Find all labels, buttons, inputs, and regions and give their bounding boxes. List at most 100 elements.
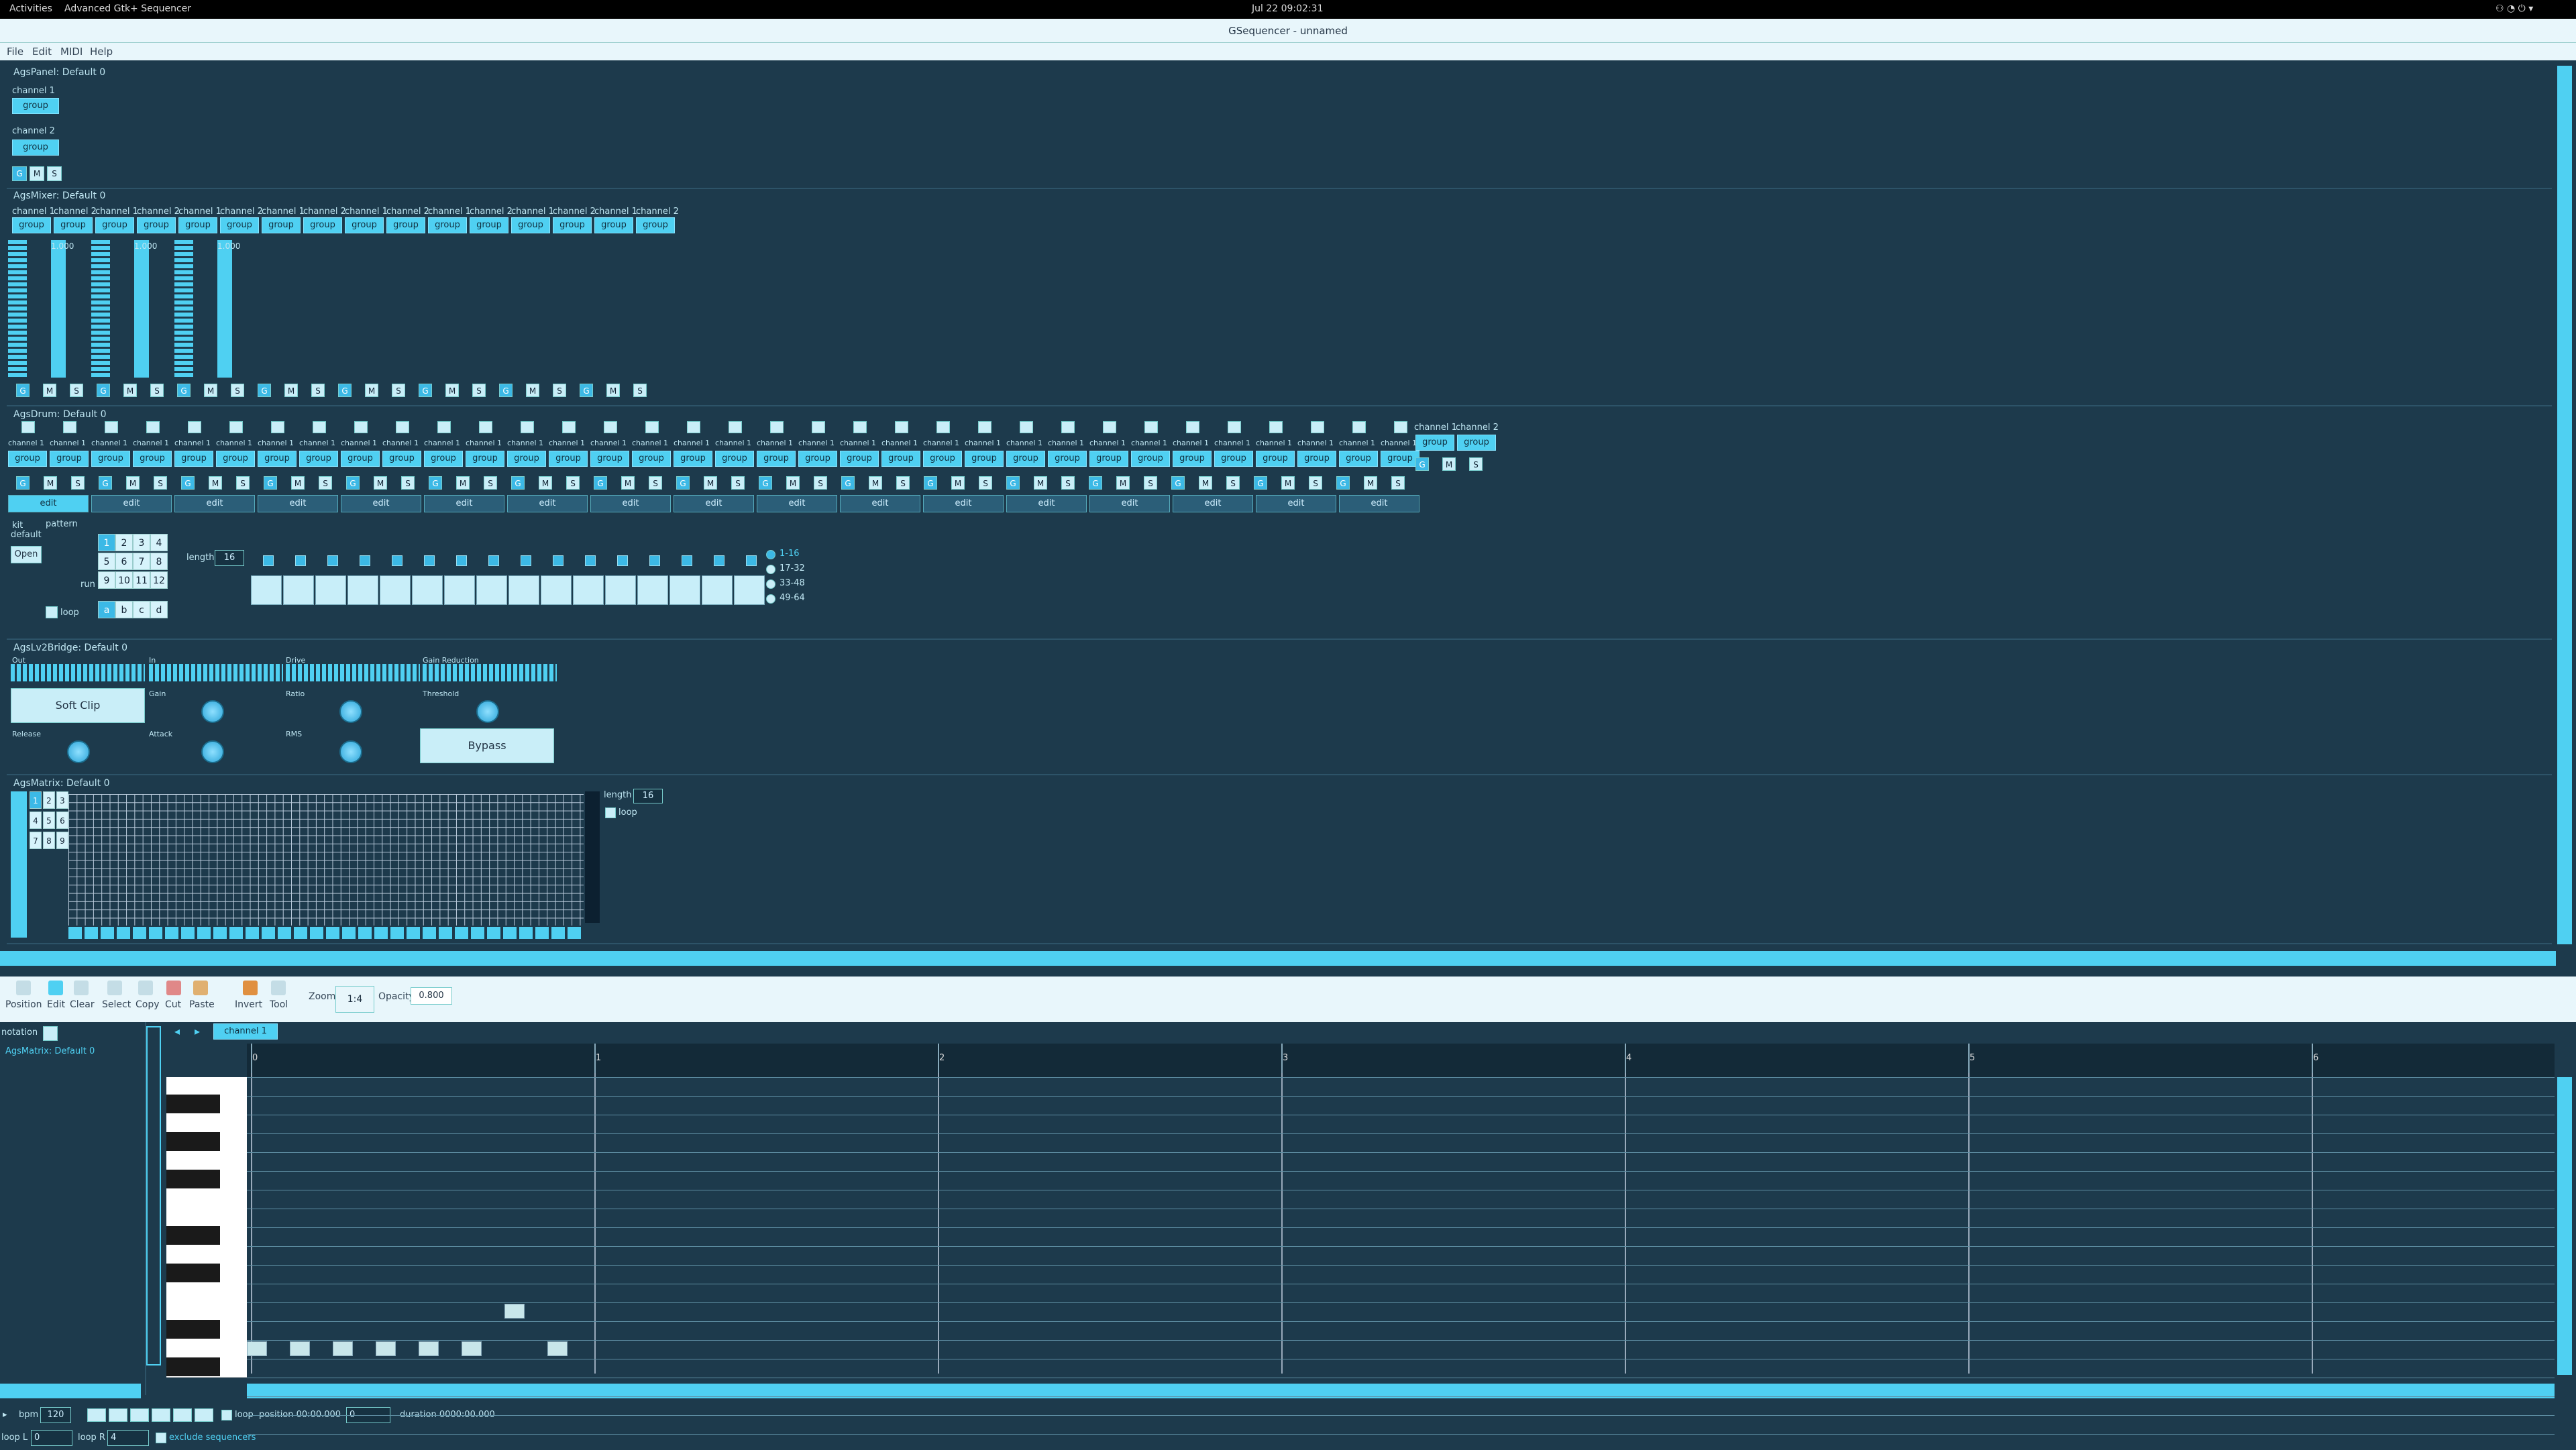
gms-toggle[interactable]: M [539, 476, 552, 490]
clock[interactable]: Jul 22 09:02:31 [1252, 3, 1323, 14]
pad-open-icon[interactable] [396, 421, 409, 433]
mute-toggle[interactable]: M [30, 166, 44, 181]
gms-toggle[interactable]: M [43, 384, 56, 397]
edit-button[interactable]: edit [174, 495, 255, 512]
copy-tool[interactable]: Copy [136, 999, 160, 1010]
group-button[interactable]: group [674, 451, 712, 467]
group-button[interactable]: group [1173, 451, 1212, 467]
pattern-pad[interactable]: 12 [150, 571, 168, 589]
group-button[interactable]: group [511, 217, 550, 233]
note[interactable] [419, 1341, 439, 1356]
stop-button[interactable] [152, 1408, 170, 1422]
gms-toggle[interactable]: M [365, 384, 378, 397]
group-button[interactable]: group [216, 451, 255, 467]
gms-toggle[interactable]: G [1415, 457, 1429, 471]
group-button[interactable]: group [12, 140, 59, 156]
step-pad[interactable] [508, 575, 539, 605]
bpm-spin[interactable]: 120 [40, 1407, 71, 1423]
gms-toggle[interactable]: M [126, 476, 140, 490]
edit-button[interactable]: edit [1256, 495, 1336, 512]
pattern-pad[interactable]: 11 [133, 571, 150, 589]
gms-toggle[interactable]: S [319, 476, 332, 490]
edit-button[interactable]: edit [1006, 495, 1087, 512]
group-button[interactable]: group [549, 451, 588, 467]
piano-black-key[interactable] [166, 1226, 220, 1245]
piano-black-key[interactable] [166, 1320, 220, 1339]
group-button[interactable]: group [1089, 451, 1128, 467]
forward-button[interactable] [195, 1408, 213, 1422]
position-tool[interactable]: Position [5, 999, 42, 1010]
matrix-scrollbar[interactable] [585, 791, 600, 923]
pad-open-icon[interactable] [604, 421, 617, 433]
soft-clip-button[interactable]: Soft Clip [11, 688, 145, 723]
group-button[interactable]: group [965, 451, 1004, 467]
bank-button[interactable]: c [133, 601, 150, 618]
gms-toggle[interactable]: G [1089, 476, 1102, 490]
pad-open-icon[interactable] [479, 421, 492, 433]
edit-icon[interactable] [48, 981, 63, 995]
gms-toggle[interactable]: G [924, 476, 937, 490]
pad-open-icon[interactable] [1061, 421, 1075, 433]
length-spin[interactable]: 16 [215, 550, 244, 566]
pad-open-icon[interactable] [978, 421, 991, 433]
pad-open-icon[interactable] [188, 421, 201, 433]
edit-button[interactable]: edit [258, 495, 338, 512]
piano-black-key[interactable] [166, 1095, 220, 1113]
gms-toggle[interactable]: M [204, 384, 217, 397]
group-button[interactable]: group [1381, 451, 1419, 467]
edit-button[interactable]: edit [840, 495, 920, 512]
menu-edit[interactable]: Edit [32, 46, 52, 58]
pad-open-icon[interactable] [1269, 421, 1283, 433]
gms-toggle[interactable]: S [1144, 476, 1157, 490]
loop-r-spin[interactable]: 4 [107, 1430, 149, 1446]
pad-open-icon[interactable] [936, 421, 950, 433]
loop-checkbox[interactable] [605, 807, 616, 818]
edit-button[interactable]: edit [341, 495, 421, 512]
gms-toggle[interactable]: G [841, 476, 855, 490]
gms-toggle[interactable]: G [499, 384, 513, 397]
gms-toggle[interactable]: S [649, 476, 662, 490]
gms-toggle[interactable]: G [16, 384, 30, 397]
group-button[interactable]: group [1131, 451, 1170, 467]
length-spin[interactable]: 16 [633, 789, 663, 803]
gms-toggle[interactable]: S [71, 476, 85, 490]
pad-open-icon[interactable] [812, 421, 825, 433]
loop-l-spin[interactable]: 0 [31, 1430, 72, 1446]
pattern-pad[interactable]: 4 [150, 534, 168, 551]
edit-button[interactable]: edit [507, 495, 588, 512]
gain-knob[interactable] [201, 700, 224, 723]
gms-toggle[interactable]: S [1061, 476, 1075, 490]
matrix-pad[interactable]: 9 [56, 832, 68, 849]
gms-toggle[interactable]: M [291, 476, 305, 490]
pad-open-icon[interactable] [729, 421, 742, 433]
bank-button[interactable]: d [150, 601, 168, 618]
gms-toggle[interactable]: M [374, 476, 387, 490]
clear-tool[interactable]: Clear [70, 999, 95, 1010]
gms-toggle[interactable]: G [99, 476, 112, 490]
volume-slider[interactable] [217, 240, 232, 378]
pad-open-icon[interactable] [562, 421, 576, 433]
pad-open-icon[interactable] [1311, 421, 1324, 433]
gms-toggle[interactable]: S [236, 476, 250, 490]
gms-toggle[interactable]: M [1116, 476, 1130, 490]
group-button[interactable]: group [1214, 451, 1253, 467]
notation-vscrollbar[interactable] [2557, 1077, 2572, 1375]
system-tray-icons[interactable]: ⚇ ◔ ⏻ ▾ [2496, 3, 2533, 14]
gms-toggle[interactable]: M [1364, 476, 1377, 490]
edit-button[interactable]: edit [1339, 495, 1419, 512]
group-button[interactable]: group [133, 451, 172, 467]
gms-toggle[interactable]: M [786, 476, 800, 490]
gms-toggle[interactable]: S [633, 384, 647, 397]
gms-toggle[interactable]: G [594, 476, 607, 490]
step-pad[interactable] [347, 575, 378, 605]
drum-title[interactable]: AgsDrum: Default 0 [13, 409, 106, 420]
step-pad[interactable] [251, 575, 282, 605]
group-button[interactable]: group [715, 451, 754, 467]
group-toggle[interactable]: G [12, 166, 27, 181]
open-button[interactable]: Open [11, 546, 42, 563]
group-button[interactable]: group [470, 217, 508, 233]
gms-toggle[interactable]: S [311, 384, 325, 397]
note[interactable] [247, 1341, 267, 1356]
pattern-pad[interactable]: 3 [133, 534, 150, 551]
step-pad[interactable] [444, 575, 475, 605]
